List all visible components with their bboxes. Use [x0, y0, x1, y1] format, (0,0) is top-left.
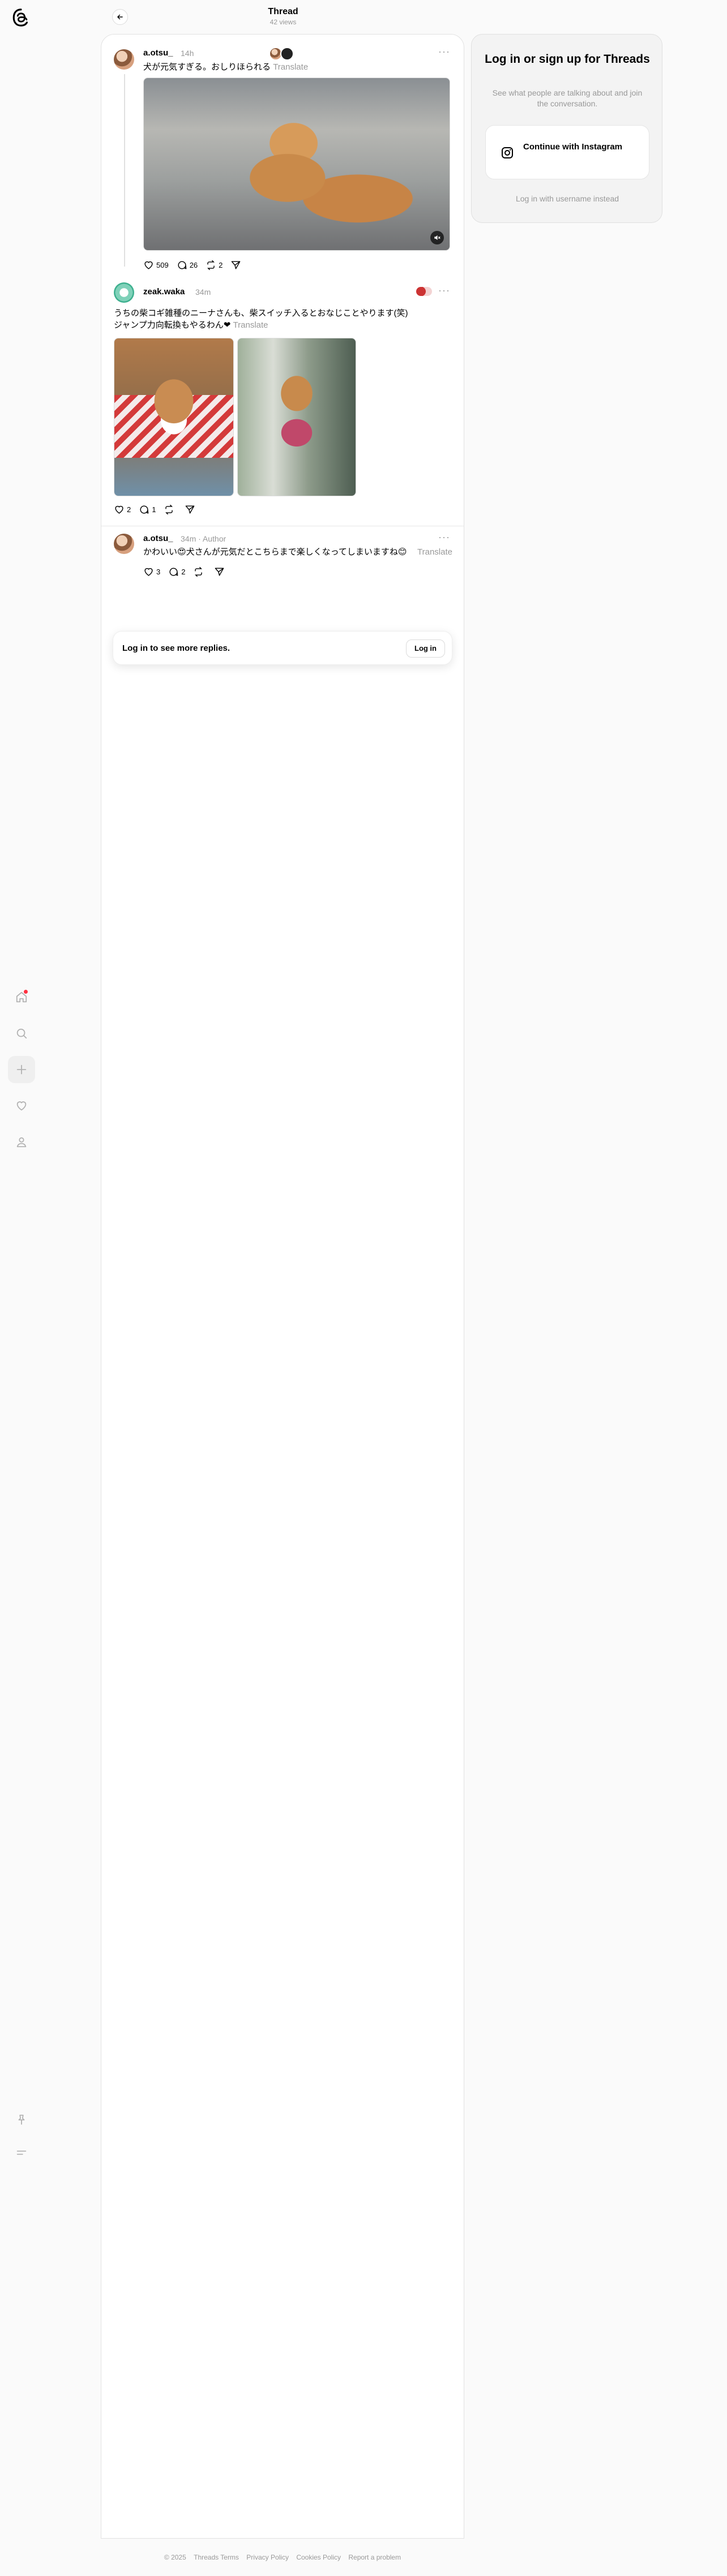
login-prompt-text: Log in to see more replies.: [122, 643, 230, 653]
view-count: 42 views: [270, 18, 297, 26]
post-image[interactable]: [237, 338, 356, 496]
comment-button[interactable]: 1: [139, 504, 156, 515]
post-text: 犬が元気すぎる。おしりほられる Translate: [143, 62, 309, 72]
repost-icon: [195, 566, 203, 577]
footer-link-report[interactable]: Report a problem: [348, 2553, 401, 2561]
login-button[interactable]: Log in: [406, 639, 445, 658]
repost-icon: [207, 260, 215, 271]
instagram-button-label: Continue with Instagram: [523, 142, 623, 152]
share-button[interactable]: [185, 504, 198, 515]
post-video[interactable]: [143, 78, 450, 251]
heart-icon: [115, 505, 123, 514]
instagram-icon: [502, 147, 513, 158]
translate-link[interactable]: Translate: [273, 62, 308, 72]
heart-icon: [144, 568, 153, 576]
profile-icon: [16, 1137, 27, 1148]
nav-home-button[interactable]: [8, 984, 35, 1011]
post-text: かわいい😍犬さんが元気だとこちらまで楽しくなってしまいますね😊 Translat…: [143, 546, 452, 558]
notification-dot: [24, 990, 28, 994]
page-title: Thread: [268, 7, 298, 16]
translate-link[interactable]: Translate: [417, 546, 452, 558]
repost-icon: [165, 504, 173, 515]
post-actions: 3 2: [143, 566, 235, 577]
reaction-badge: [416, 287, 432, 296]
translate-link[interactable]: Translate: [233, 320, 268, 330]
menu-button[interactable]: [8, 2139, 35, 2166]
copyright: © 2025: [164, 2553, 186, 2561]
username[interactable]: a.otsu_: [143, 48, 173, 58]
pin-icon: [18, 2114, 25, 2125]
footer-link-terms[interactable]: Threads Terms: [194, 2553, 239, 2561]
post-actions: 509 26 2: [143, 260, 251, 271]
panel-description: See what people are talking about and jo…: [492, 88, 643, 108]
comment-icon: [178, 261, 187, 269]
nav-profile-button[interactable]: [8, 1128, 35, 1156]
heart-icon: [144, 261, 153, 269]
post-text: うちの柴コギ雑種のニーナさんも、柴スイッチ入るとおなじことやります(笑) ジャン…: [114, 308, 408, 330]
avatar[interactable]: [114, 534, 134, 554]
more-options-button[interactable]: ···: [438, 46, 450, 58]
comment-icon: [169, 568, 178, 576]
footer-link-cookies[interactable]: Cookies Policy: [296, 2553, 341, 2561]
repost-button[interactable]: 2: [206, 260, 223, 271]
repost-button[interactable]: [164, 504, 177, 515]
footer: © 2025 Threads Terms Privacy Policy Cook…: [101, 2553, 464, 2561]
author-badge: Author: [202, 534, 226, 543]
avatar[interactable]: [280, 47, 294, 61]
pin-button[interactable]: [8, 2106, 35, 2133]
post: a.otsu_ 14h ··· 犬が元気すぎる。おしりほられる Translat…: [101, 35, 464, 272]
panel-title: Log in or sign up for Threads: [485, 53, 650, 66]
share-button[interactable]: [230, 260, 243, 271]
comment-icon: [140, 505, 149, 514]
login-prompt: Log in to see more replies. Log in: [113, 631, 452, 665]
post-actions: 2 1: [114, 504, 206, 515]
comment-button[interactable]: 2: [168, 566, 185, 577]
post: zeak.waka 34m ··· うちの柴コギ雑種のニーナさんも、柴スイッチ入…: [101, 278, 464, 518]
username-login-link[interactable]: Log in with username instead: [483, 194, 652, 203]
nav-create-button[interactable]: [8, 1056, 35, 1083]
share-button[interactable]: [214, 566, 227, 577]
menu-icon: [16, 2150, 27, 2155]
post: a.otsu_ 34m · Author ··· かわいい😍犬さんが元気だとこち…: [101, 527, 464, 623]
avatar[interactable]: [114, 49, 134, 70]
login-panel: Log in or sign up for Threads See what p…: [471, 34, 662, 223]
continue-with-instagram-button[interactable]: Continue with Instagram: [485, 125, 649, 179]
username[interactable]: a.otsu_: [143, 534, 173, 543]
thread-card: a.otsu_ 14h ··· 犬が元気すぎる。おしりほられる Translat…: [101, 34, 464, 2539]
post-time: 34m: [195, 287, 211, 297]
thread-line: [124, 74, 125, 267]
more-options-button[interactable]: ···: [438, 285, 450, 297]
send-icon: [186, 505, 195, 514]
avatar[interactable]: [114, 282, 134, 303]
nav-activity-button[interactable]: [8, 1092, 35, 1119]
more-options-button[interactable]: ···: [438, 531, 450, 543]
post-image[interactable]: [114, 338, 234, 496]
search-icon: [16, 1028, 27, 1039]
post-meta: 34m · Author: [181, 534, 226, 543]
send-icon: [232, 261, 241, 269]
like-button[interactable]: 3: [143, 566, 160, 577]
username[interactable]: zeak.waka: [143, 287, 185, 297]
like-button[interactable]: 2: [114, 504, 131, 515]
post-time: 14h: [181, 49, 194, 58]
mute-button[interactable]: [430, 231, 444, 244]
nav-search-button[interactable]: [8, 1020, 35, 1047]
repost-button[interactable]: [193, 566, 206, 577]
send-icon: [215, 568, 224, 576]
speaker-muted-icon: [434, 235, 441, 241]
comment-button[interactable]: 26: [177, 260, 198, 271]
footer-link-privacy[interactable]: Privacy Policy: [246, 2553, 289, 2561]
like-button[interactable]: 509: [143, 260, 169, 271]
heart-icon: [16, 1101, 27, 1111]
plus-icon: [16, 1064, 27, 1075]
left-rail: [0, 0, 43, 2576]
